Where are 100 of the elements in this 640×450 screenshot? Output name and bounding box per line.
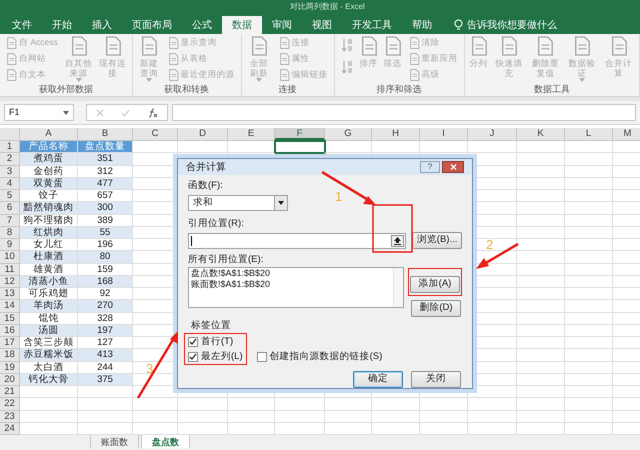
table-cell[interactable]	[565, 300, 613, 312]
table-cell[interactable]: 328	[78, 312, 133, 325]
table-cell[interactable]: 92	[78, 288, 133, 300]
row-header[interactable]: 10	[0, 251, 20, 264]
table-cell[interactable]	[468, 398, 517, 410]
table-cell[interactable]	[517, 276, 565, 288]
table-cell[interactable]	[275, 410, 325, 423]
list-item[interactable]: 盘点数!$A$1:$B$20	[191, 268, 393, 279]
checkbox[interactable]	[256, 352, 267, 362]
table-cell[interactable]: 可乐鸡翅	[20, 288, 78, 300]
ok-button[interactable]: 确定	[353, 371, 403, 388]
table-cell[interactable]	[420, 141, 468, 154]
table-cell[interactable]	[565, 276, 613, 288]
row-header[interactable]: 14	[0, 300, 20, 312]
table-cell[interactable]: 351	[78, 153, 133, 166]
collapse-button[interactable]	[391, 234, 404, 246]
column-header[interactable]: K	[517, 128, 565, 140]
table-cell[interactable]	[20, 410, 78, 423]
table-cell[interactable]	[517, 264, 565, 276]
checkbox-label[interactable]: 创建指向源数据的链接(S)	[270, 351, 382, 362]
table-cell[interactable]	[517, 349, 565, 362]
table-cell[interactable]	[565, 337, 613, 350]
sort-icon[interactable]	[340, 60, 352, 74]
table-cell[interactable]: 197	[78, 324, 133, 337]
table-cell[interactable]	[78, 398, 133, 410]
row-header[interactable]: 22	[0, 398, 20, 410]
table-cell[interactable]	[178, 398, 228, 410]
table-cell[interactable]: 双黄蛋	[20, 178, 78, 190]
column-header[interactable]: J	[468, 128, 517, 140]
table-cell[interactable]	[565, 214, 613, 227]
row-header[interactable]: 21	[0, 386, 20, 398]
table-cell[interactable]: 雄黄酒	[20, 264, 78, 276]
table-cell[interactable]	[517, 386, 565, 398]
table-cell[interactable]: 狗不理猪肉	[20, 214, 78, 227]
table-cell[interactable]: 55	[78, 226, 133, 239]
table-cell[interactable]	[517, 337, 565, 350]
row-header[interactable]: 19	[0, 362, 20, 374]
column-header[interactable]: I	[420, 128, 468, 140]
column-header[interactable]: A	[20, 128, 78, 140]
table-cell[interactable]	[372, 141, 420, 154]
table-cell[interactable]	[20, 398, 78, 410]
browse-button[interactable]: 浏览(B)...	[412, 232, 462, 249]
close-dialog-button[interactable]: 关闭	[411, 371, 461, 388]
table-cell[interactable]	[20, 386, 78, 398]
table-cell[interactable]: 馄饨	[20, 312, 78, 325]
table-cell[interactable]	[517, 141, 565, 154]
table-cell[interactable]	[565, 386, 613, 398]
column-header[interactable]: L	[565, 128, 613, 140]
table-cell[interactable]	[275, 141, 325, 154]
tell-me-field[interactable]: 告诉我你想要做什么	[467, 18, 557, 32]
row-header[interactable]: 24	[0, 422, 20, 435]
row-header[interactable]: 7	[0, 214, 20, 227]
table-cell[interactable]	[517, 362, 565, 374]
table-cell[interactable]: 女儿红	[20, 239, 78, 252]
row-header[interactable]: 11	[0, 264, 20, 276]
table-cell[interactable]: 金创药	[20, 166, 78, 178]
table-cell[interactable]: 244	[78, 362, 133, 374]
table-cell[interactable]	[517, 300, 565, 312]
table-cell[interactable]: 657	[78, 190, 133, 202]
ribbon-tab[interactable]: 帮助	[402, 16, 442, 34]
table-cell[interactable]	[372, 398, 420, 410]
row-header[interactable]: 18	[0, 349, 20, 362]
table-cell[interactable]	[565, 141, 613, 154]
row-header[interactable]: 3	[0, 166, 20, 178]
table-cell[interactable]	[178, 410, 228, 423]
table-cell[interactable]: 127	[78, 337, 133, 350]
table-cell[interactable]	[565, 153, 613, 166]
table-cell[interactable]	[565, 362, 613, 374]
table-cell[interactable]	[565, 410, 613, 423]
table-cell[interactable]	[275, 398, 325, 410]
table-cell[interactable]	[420, 410, 468, 423]
table-cell[interactable]	[517, 251, 565, 264]
table-cell[interactable]	[517, 288, 565, 300]
table-cell[interactable]	[565, 202, 613, 214]
table-cell[interactable]: 清蒸小鱼	[20, 276, 78, 288]
ribbon-tab[interactable]: 审阅	[262, 16, 302, 34]
reference-list[interactable]: 盘点数!$A$1:$B$20 账面数!$A$1:$B$20	[188, 267, 404, 308]
table-cell[interactable]	[517, 374, 565, 386]
table-cell[interactable]: 饺子	[20, 190, 78, 202]
checkbox-label[interactable]: 首行(T)	[201, 336, 234, 347]
table-cell[interactable]	[517, 239, 565, 252]
table-cell[interactable]: 红烘肉	[20, 226, 78, 239]
table-cell[interactable]	[468, 141, 517, 154]
table-cell[interactable]	[565, 239, 613, 252]
table-cell[interactable]	[178, 141, 228, 154]
row-header[interactable]: 2	[0, 153, 20, 166]
table-cell[interactable]: 杜康酒	[20, 251, 78, 264]
check-icon[interactable]	[121, 108, 130, 116]
column-header[interactable]: F	[275, 128, 325, 140]
row-header[interactable]: 6	[0, 202, 20, 214]
row-header[interactable]: 1	[0, 141, 20, 154]
table-cell[interactable]: 太白酒	[20, 362, 78, 374]
table-cell[interactable]: 汤圆	[20, 324, 78, 337]
table-cell[interactable]: 270	[78, 300, 133, 312]
table-cell[interactable]: 羊肉汤	[20, 300, 78, 312]
table-cell[interactable]	[517, 226, 565, 239]
table-cell[interactable]	[325, 398, 372, 410]
row-header[interactable]: 13	[0, 288, 20, 300]
column-header[interactable]: G	[325, 128, 372, 140]
table-cell[interactable]	[565, 374, 613, 386]
